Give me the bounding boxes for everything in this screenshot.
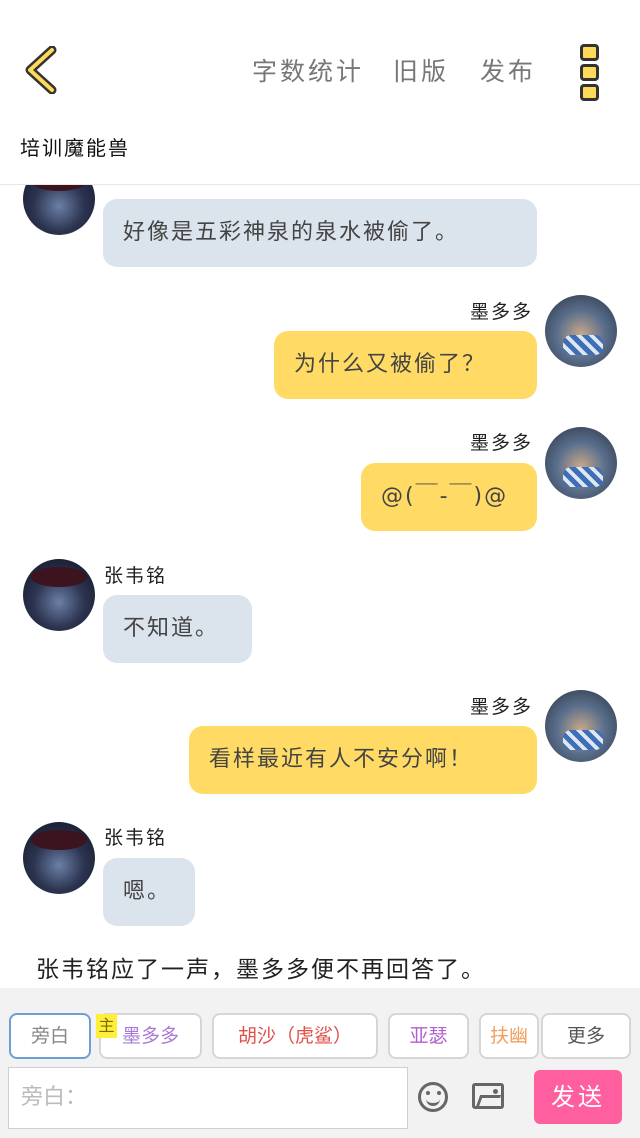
old-version-button[interactable]: 旧版 <box>393 52 449 88</box>
avatar-zhang-weiming[interactable] <box>23 822 95 894</box>
more-options-icon[interactable] <box>578 44 600 101</box>
sender-name: 墨多多 <box>470 301 534 323</box>
host-badge: 主 <box>96 1014 117 1038</box>
message-input[interactable]: 旁白： <box>8 1067 408 1129</box>
send-button[interactable]: 发送 <box>534 1070 622 1124</box>
word-count-button[interactable]: 字数统计 <box>252 52 364 88</box>
book-title: 培训魔能兽 <box>20 136 130 160</box>
avatar-zhang-weiming[interactable] <box>23 559 95 631</box>
role-fu-you[interactable]: 扶幽 <box>479 1013 539 1059</box>
message-bubble[interactable]: 嗯。 <box>103 858 195 926</box>
sender-name: 墨多多 <box>470 696 534 718</box>
message-bubble[interactable]: 不知道。 <box>103 595 252 663</box>
image-icon[interactable] <box>472 1083 504 1109</box>
avatar-mo-duoduo[interactable] <box>545 690 617 762</box>
role-hu-sha[interactable]: 胡沙（虎鲨） <box>212 1013 378 1059</box>
sender-name: 张韦铭 <box>104 565 168 587</box>
chat-area[interactable]: 好像是五彩神泉的泉水被偷了。 墨多多 为什么又被偷了？ 墨多多 @(￣-￣)@ … <box>0 185 640 988</box>
role-narrator[interactable]: 旁白 <box>9 1013 91 1059</box>
message-bubble[interactable]: 好像是五彩神泉的泉水被偷了。 <box>103 199 537 267</box>
message-bubble[interactable]: @(￣-￣)@ <box>361 463 537 531</box>
emoji-icon[interactable] <box>418 1082 448 1112</box>
message-bubble[interactable]: 看样最近有人不安分啊！ <box>189 726 537 794</box>
avatar-zhang-weiming[interactable] <box>23 185 95 235</box>
back-chevron-icon[interactable] <box>22 46 62 94</box>
more-roles-button[interactable]: 更多 <box>541 1013 631 1059</box>
narration-text[interactable]: 张韦铭应了一声，墨多多便不再回答了。 <box>36 950 486 984</box>
role-arthur[interactable]: 亚瑟 <box>388 1013 469 1059</box>
sender-name: 张韦铭 <box>104 827 168 849</box>
message-bubble[interactable]: 为什么又被偷了？ <box>274 331 537 399</box>
avatar-mo-duoduo[interactable] <box>545 295 617 367</box>
top-bar: 字数统计 旧版 发布 <box>0 0 640 130</box>
avatar-mo-duoduo[interactable] <box>545 427 617 499</box>
publish-button[interactable]: 发布 <box>480 52 536 88</box>
sender-name: 墨多多 <box>470 432 534 454</box>
